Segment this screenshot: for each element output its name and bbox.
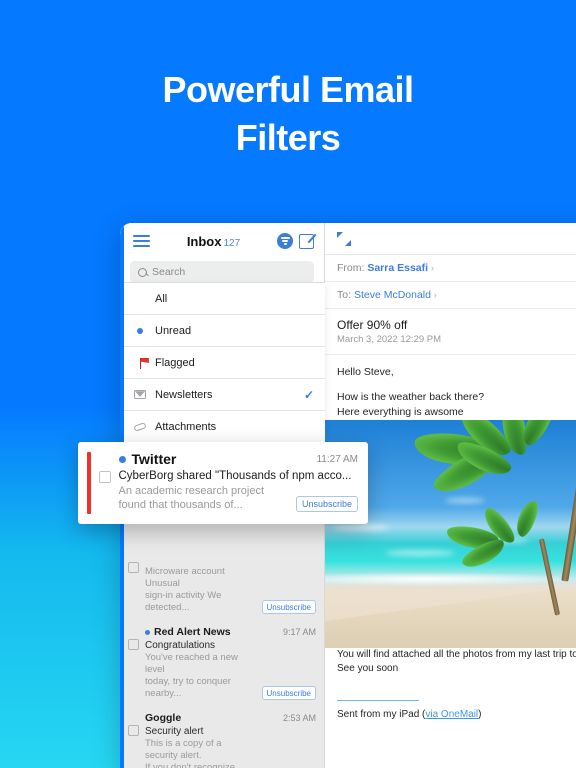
card-preview-line-1: An academic research project — [118, 485, 265, 497]
signature-suffix: ) — [478, 709, 482, 720]
list-item-time: 9:17 AM — [282, 627, 316, 637]
email-date: March 3, 2022 12:29 PM — [325, 334, 576, 355]
email-footer-line-2: See you soon — [337, 663, 399, 674]
unsubscribe-button[interactable]: Unsubscribe — [261, 686, 316, 700]
to-contact[interactable]: Steve McDonald — [354, 289, 431, 301]
signature-link[interactable]: via OneMail — [425, 709, 478, 720]
email-body-line-2: Here everything is awsome — [337, 406, 464, 418]
filter-item-label: All — [155, 292, 168, 305]
card-time: 11:27 AM — [316, 453, 358, 465]
filter-dropdown-menu: All Unread Flagged Newsletters ✓ Attachm… — [120, 282, 325, 443]
search-icon — [138, 267, 147, 277]
list-item-preview: sign-in activity We detected... — [145, 590, 222, 613]
filter-item-all[interactable]: All — [120, 283, 325, 315]
list-item-subject: Security alert — [145, 726, 204, 737]
card-subject: CyberBorg shared "Thousands of npm acco.… — [118, 470, 352, 482]
search-input[interactable]: Search — [130, 261, 314, 283]
unsubscribe-button[interactable]: Unsubscribe — [261, 600, 316, 614]
from-row: From: Sarra Essafi › — [325, 255, 576, 282]
list-item[interactable]: Goggle 2:53 AM Security alert This is a … — [120, 707, 324, 768]
email-footer: You will find attached all the photos fr… — [325, 648, 576, 722]
to-label: To: — [337, 289, 352, 301]
filter-item-label: Newsletters — [155, 388, 213, 401]
card-preview-line-2: found that thousands of... — [118, 499, 243, 511]
page-title: Powerful Email Filters — [0, 66, 576, 162]
inbox-label: Inbox — [186, 233, 222, 249]
list-item-preview-line-2: If you don't recognize this... — [145, 762, 236, 768]
chevron-right-icon: › — [430, 263, 434, 273]
page-title: Inbox 127 — [156, 234, 271, 249]
card-sender: Twitter — [131, 451, 177, 467]
to-row: To: Steve McDonald › — [325, 282, 576, 309]
expand-icon[interactable] — [337, 231, 351, 246]
filter-item-flagged[interactable]: Flagged — [120, 347, 325, 379]
card-color-bar — [87, 452, 91, 514]
list-item-preview-line-2: today, try to conquer nearby... — [145, 676, 231, 699]
filter-item-label: Flagged — [155, 356, 195, 369]
signature-prefix: Sent from my iPad ( — [337, 709, 426, 720]
twitter-notification-card[interactable]: Twitter 11:27 AM CyberBorg shared "Thous… — [78, 442, 368, 524]
filter-icon[interactable] — [277, 233, 293, 249]
email-subject: Offer 90% off — [337, 318, 408, 332]
row-checkbox[interactable] — [128, 639, 139, 650]
filter-item-newsletters[interactable]: Newsletters ✓ — [120, 379, 325, 411]
list-item-subject: Microware account Unusual — [145, 566, 225, 589]
reading-pane-toolbar — [325, 223, 576, 255]
unread-dot — [145, 630, 150, 635]
inbox-count: 127 — [223, 237, 241, 249]
list-item-sender: Goggle — [145, 712, 182, 724]
list-item[interactable]: Red Alert News 9:17 AM Congratulations Y… — [120, 621, 324, 707]
row-checkbox[interactable] — [128, 725, 139, 736]
chevron-right-icon: › — [433, 290, 437, 300]
envelope-icon — [133, 390, 146, 399]
filter-item-label: Unread — [155, 324, 192, 337]
email-signature: Sent from my iPad (via OneMail) — [337, 708, 576, 722]
unsubscribe-button[interactable]: Unsubscribe — [295, 496, 358, 512]
from-label: From: — [337, 262, 365, 274]
filter-item-attachments[interactable]: Attachments — [120, 411, 325, 443]
headline-line-2: Filters — [235, 117, 341, 158]
filter-item-label: Attachments — [155, 421, 217, 433]
email-greeting: Hello Steve, — [337, 366, 394, 378]
list-item-subject: Congratulations — [145, 640, 216, 651]
email-footer-line-1: You will find attached all the photos fr… — [337, 649, 576, 660]
row-checkbox[interactable] — [128, 562, 139, 573]
compose-icon[interactable] — [299, 233, 317, 249]
blue-dot-icon — [133, 327, 146, 334]
list-item-sender: Red Alert News — [154, 626, 231, 638]
promo-screenshot: Powerful Email Filters Inbox 127 Search … — [0, 0, 576, 768]
from-contact[interactable]: Sarra Essafi — [367, 262, 428, 274]
headline-line-1: Powerful Email — [162, 69, 414, 110]
checkmark-icon: ✓ — [303, 387, 314, 402]
search-placeholder: Search — [152, 266, 186, 278]
filter-item-unread[interactable]: Unread — [120, 315, 325, 347]
list-item-preview-line-1: You've reached a new level — [145, 652, 238, 675]
hamburger-icon[interactable] — [133, 235, 150, 247]
list-item-time: 2:53 AM — [282, 713, 316, 723]
list-item-preview-line-1: This is a copy of a security alert. — [145, 738, 222, 761]
list-item[interactable]: Microware account Unusual sign-in activi… — [120, 562, 324, 621]
mail-list-toolbar: Inbox 127 — [120, 223, 324, 259]
email-body-line-1: How is the weather back there? — [337, 391, 485, 403]
paperclip-icon — [132, 422, 147, 432]
signature-divider — [337, 700, 419, 701]
unread-dot — [118, 455, 126, 463]
card-checkbox[interactable] — [98, 471, 111, 483]
